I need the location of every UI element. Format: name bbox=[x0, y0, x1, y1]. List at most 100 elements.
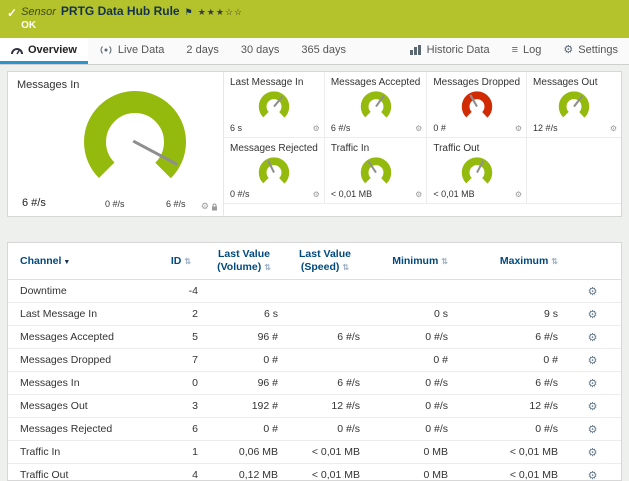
channel-table-panel: Channel▼ ID⇅ Last Value (Volume)⇅ Last V… bbox=[7, 242, 622, 481]
gauge-tile-messages-accepted: Messages Accepted 6 #/s ⚙ bbox=[324, 72, 427, 138]
cell-id: 0 bbox=[158, 372, 204, 395]
channel-settings-icon[interactable]: ⚙ bbox=[588, 447, 598, 459]
cell-last-volume: 192 # bbox=[204, 395, 284, 418]
tab-30-days[interactable]: 30 days bbox=[230, 38, 291, 64]
cell-last-speed bbox=[284, 280, 366, 303]
gauge-value: < 0,01 MB bbox=[331, 189, 372, 199]
gauge-chart bbox=[353, 88, 399, 121]
col-header-actions bbox=[564, 243, 621, 280]
channel-settings-icon[interactable]: ⚙ bbox=[588, 309, 598, 321]
col-header-id[interactable]: ID⇅ bbox=[158, 243, 204, 280]
tab-365-days[interactable]: 365 days bbox=[290, 38, 357, 64]
lock-icon[interactable] bbox=[211, 203, 218, 211]
gear-icon[interactable]: ⚙ bbox=[201, 202, 209, 211]
tab-2-days[interactable]: 2 days bbox=[175, 38, 229, 64]
gauge-value: 12 #/s bbox=[533, 123, 558, 133]
overview-gauge-icon bbox=[11, 45, 23, 55]
channel-settings-icon[interactable]: ⚙ bbox=[588, 378, 598, 390]
col-header-last-speed[interactable]: Last Value (Speed)⇅ bbox=[284, 243, 366, 280]
cell-maximum bbox=[454, 280, 564, 303]
gauges-panel: Messages In 6 #/s 0 #/s 6 #/s ⚙ Last Mes… bbox=[7, 71, 622, 217]
empty-tile bbox=[526, 138, 621, 204]
gauge-title: Messages Dropped bbox=[433, 77, 520, 88]
cell-last-volume: 96 # bbox=[204, 326, 284, 349]
cell-maximum: 0 # bbox=[454, 349, 564, 372]
cell-id: 5 bbox=[158, 326, 204, 349]
tab-live-data[interactable]: Live Data bbox=[88, 38, 175, 64]
table-header-row: Channel▼ ID⇅ Last Value (Volume)⇅ Last V… bbox=[8, 243, 621, 280]
gear-icon: ⚙ bbox=[563, 43, 573, 56]
cell-id: 3 bbox=[158, 395, 204, 418]
gauge-tile-traffic-out: Traffic Out < 0,01 MB ⚙ bbox=[426, 138, 526, 204]
gear-icon[interactable]: ⚙ bbox=[313, 125, 320, 133]
gauge-chart bbox=[251, 154, 297, 187]
priority-flag-icon[interactable]: ⚑ bbox=[185, 7, 193, 18]
cell-id: 2 bbox=[158, 303, 204, 326]
cell-last-volume: 0,12 MB bbox=[204, 464, 284, 481]
chevron-down-icon: ▼ bbox=[63, 259, 70, 266]
tab-settings[interactable]: ⚙ Settings bbox=[552, 38, 629, 64]
cell-channel: Traffic In bbox=[8, 441, 158, 464]
primary-gauge-scale-min: 0 #/s bbox=[105, 199, 125, 209]
cell-last-speed: 12 #/s bbox=[284, 395, 366, 418]
cell-id: 4 bbox=[158, 464, 204, 481]
channel-settings-icon[interactable]: ⚙ bbox=[588, 424, 598, 436]
gear-icon[interactable]: ⚙ bbox=[515, 125, 522, 133]
col-header-maximum[interactable]: Maximum⇅ bbox=[454, 243, 564, 280]
tab-historic-data[interactable]: Historic Data bbox=[399, 38, 501, 64]
cell-maximum: 6 #/s bbox=[454, 372, 564, 395]
col-header-channel[interactable]: Channel▼ bbox=[8, 243, 158, 280]
gauge-tile-last-message-in: Last Message In 6 s ⚙ bbox=[224, 72, 324, 138]
tab-365-days-label: 365 days bbox=[301, 44, 346, 56]
gear-icon[interactable]: ⚙ bbox=[415, 125, 422, 133]
gauge-value: 0 # bbox=[433, 123, 446, 133]
gauge-value: 0 #/s bbox=[230, 189, 250, 199]
gear-icon[interactable]: ⚙ bbox=[313, 191, 320, 199]
cell-channel: Messages Accepted bbox=[8, 326, 158, 349]
table-row: Traffic In 1 0,06 MB < 0,01 MB 0 MB < 0,… bbox=[8, 441, 621, 464]
gear-icon[interactable]: ⚙ bbox=[415, 191, 422, 199]
sensor-title: PRTG Data Hub Rule bbox=[61, 4, 180, 18]
cell-maximum: 6 #/s bbox=[454, 326, 564, 349]
col-header-last-volume[interactable]: Last Value (Volume)⇅ bbox=[204, 243, 284, 280]
gauge-title: Messages Out bbox=[533, 77, 615, 88]
table-row: Last Message In 2 6 s 0 s 9 s ⚙ bbox=[8, 303, 621, 326]
table-row: Downtime -4 ⚙ bbox=[8, 280, 621, 303]
cell-minimum: 0 #/s bbox=[366, 395, 454, 418]
tab-log[interactable]: ≡ Log bbox=[501, 38, 553, 64]
cell-last-speed bbox=[284, 303, 366, 326]
gear-icon[interactable]: ⚙ bbox=[515, 191, 522, 199]
cell-last-volume bbox=[204, 280, 284, 303]
cell-last-volume: 0 # bbox=[204, 418, 284, 441]
primary-gauge-value: 6 #/s bbox=[22, 197, 46, 209]
cell-channel: Messages In bbox=[8, 372, 158, 395]
cell-maximum: < 0,01 MB bbox=[454, 441, 564, 464]
cell-maximum: 12 #/s bbox=[454, 395, 564, 418]
gauge-title: Messages Accepted bbox=[331, 77, 421, 88]
gear-icon[interactable]: ⚙ bbox=[610, 125, 617, 133]
gauge-title: Traffic In bbox=[331, 143, 421, 154]
small-gauges-grid: Last Message In 6 s ⚙ Messages Accepted … bbox=[224, 72, 621, 216]
live-data-icon bbox=[99, 45, 113, 55]
sort-icon: ⇅ bbox=[184, 257, 191, 266]
col-header-minimum[interactable]: Minimum⇅ bbox=[366, 243, 454, 280]
tab-overview[interactable]: Overview bbox=[0, 38, 88, 64]
table-row: Messages Dropped 7 0 # 0 # 0 # ⚙ bbox=[8, 349, 621, 372]
gauge-tile-messages-dropped: Messages Dropped 0 # ⚙ bbox=[426, 72, 526, 138]
cell-channel: Messages Out bbox=[8, 395, 158, 418]
channel-settings-icon[interactable]: ⚙ bbox=[588, 470, 598, 481]
tab-historic-data-label: Historic Data bbox=[427, 44, 490, 56]
tab-settings-label: Settings bbox=[578, 44, 618, 56]
channel-settings-icon[interactable]: ⚙ bbox=[588, 332, 598, 344]
sort-icon: ⇅ bbox=[342, 263, 349, 272]
channel-settings-icon[interactable]: ⚙ bbox=[588, 355, 598, 367]
tab-overview-label: Overview bbox=[28, 44, 77, 56]
channel-settings-icon[interactable]: ⚙ bbox=[588, 401, 598, 413]
priority-stars[interactable]: ★★★☆☆ bbox=[198, 7, 243, 18]
channel-settings-icon[interactable]: ⚙ bbox=[588, 286, 598, 298]
cell-minimum: 0 s bbox=[366, 303, 454, 326]
cell-maximum: 0 #/s bbox=[454, 418, 564, 441]
cell-last-volume: 0 # bbox=[204, 349, 284, 372]
cell-minimum: 0 #/s bbox=[366, 372, 454, 395]
gauge-value: 6 s bbox=[230, 123, 242, 133]
